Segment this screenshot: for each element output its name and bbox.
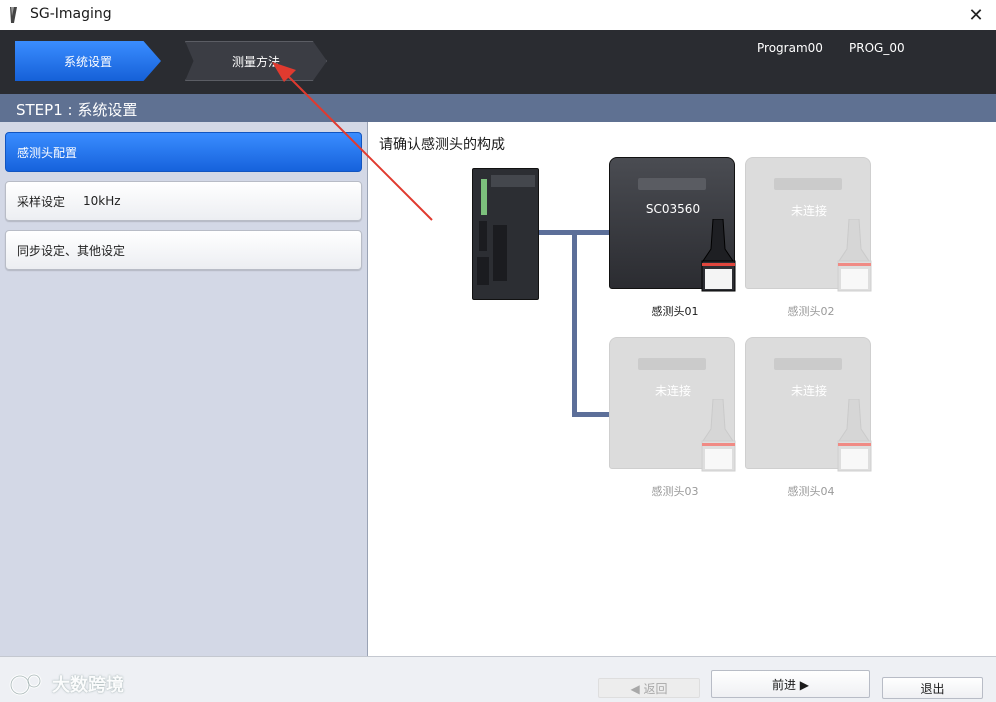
close-icon[interactable]: ✕ <box>956 0 996 30</box>
tab-measurement-method[interactable]: 测量方法 <box>185 41 327 81</box>
tab-label: 测量方法 <box>231 54 280 69</box>
head-caption: 感测头02 <box>787 305 835 318</box>
sampling-value: 10kHz <box>83 194 121 208</box>
head-caption: 感测头04 <box>787 485 835 498</box>
sidebar-item-sampling[interactable]: 采样设定 10kHz <box>5 181 362 221</box>
head-status: 未连接 <box>790 384 827 398</box>
sidebar-item-sync-other[interactable]: 同步设定、其他设定 <box>5 230 362 270</box>
head-status: 未连接 <box>790 204 827 218</box>
watermark-text: 大数跨境 <box>52 675 124 696</box>
back-button[interactable]: ◀ 返回 <box>598 678 700 698</box>
app-icon <box>10 7 17 23</box>
watermark: 大数跨境 <box>8 671 124 697</box>
sensor-head-03[interactable]: 未连接 感测头03 <box>609 337 739 498</box>
controller-icon <box>472 168 539 300</box>
probe-icon <box>701 399 736 472</box>
exit-button[interactable]: 退出 <box>882 677 983 699</box>
probe-icon <box>701 219 736 292</box>
connection-line <box>572 412 610 417</box>
tab-label: 系统设置 <box>63 54 112 69</box>
sidebar: 感测头配置 采样设定 10kHz 同步设定、其他设定 <box>0 122 368 656</box>
probe-icon <box>837 399 872 472</box>
head-status: 未连接 <box>654 384 691 398</box>
connection-line <box>572 232 577 416</box>
main-content: 请确认感测头的构成 SC03560 感测头01 未连接 感测头02 未连接 感测… <box>369 122 996 656</box>
program-name: Program00 <box>757 41 823 55</box>
sensor-head-02[interactable]: 未连接 感测头02 <box>745 157 875 318</box>
probe-icon <box>837 219 872 292</box>
wizard-header: 系统设置 测量方法 Program00 PROG_00 <box>0 30 996 94</box>
title-bar: SG-Imaging ✕ <box>0 0 996 30</box>
sidebar-item-label: 感测头配置 <box>17 145 78 160</box>
footer-bar: 大数跨境 ◀ 返回 前进 ▶ 退出 <box>0 656 996 702</box>
sidebar-item-sensor-config[interactable]: 感测头配置 <box>5 132 362 172</box>
tab-system-settings[interactable]: 系统设置 <box>15 41 161 81</box>
head-model: SC03560 <box>645 202 701 216</box>
head-caption: 感测头03 <box>651 485 699 498</box>
sensor-head-04[interactable]: 未连接 感测头04 <box>745 337 875 498</box>
step-bar: STEP1 : 系统设置 <box>0 94 996 122</box>
sensor-head-01[interactable]: SC03560 感测头01 <box>609 157 739 318</box>
sidebar-item-label: 同步设定、其他设定 <box>17 243 126 258</box>
next-button[interactable]: 前进 ▶ <box>711 670 870 698</box>
watermark-logo-icon <box>9 673 42 696</box>
content-heading: 请确认感测头的构成 <box>379 137 505 153</box>
window-title: SG-Imaging <box>30 6 112 22</box>
head-caption: 感测头01 <box>651 305 699 318</box>
sidebar-item-label: 采样设定 <box>17 194 66 209</box>
program-id: PROG_00 <box>849 41 905 55</box>
step-title: STEP1 : 系统设置 <box>16 101 138 119</box>
